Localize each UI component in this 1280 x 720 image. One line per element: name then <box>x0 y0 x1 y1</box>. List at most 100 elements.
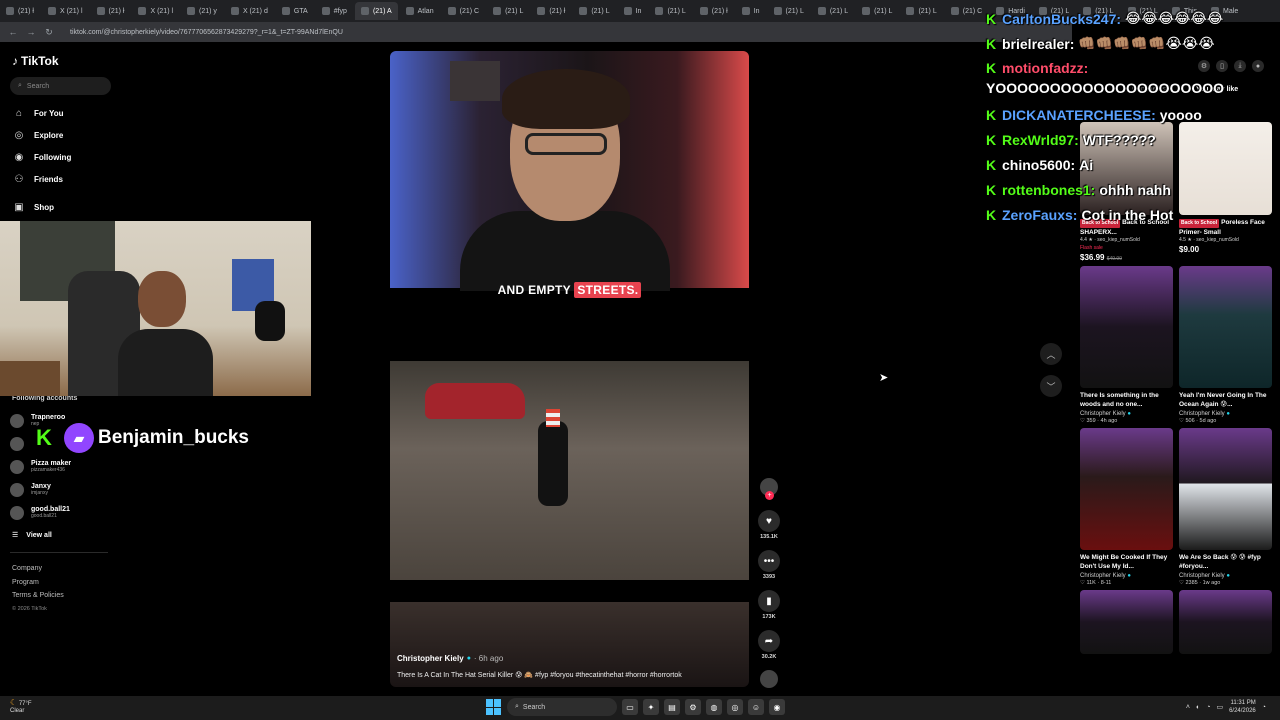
browser-tab[interactable]: (21) L <box>487 2 529 20</box>
browser-tab[interactable]: (21) L <box>768 2 810 20</box>
video-card-author: Christopher Kiely <box>1080 573 1126 579</box>
author-name: Christopher Kiely <box>397 654 464 663</box>
share-action[interactable]: ➦ 30.2K <box>758 630 780 660</box>
view-all-button[interactable]: ☰ View all <box>10 524 120 546</box>
browser-tab-label: (21) L <box>785 7 804 15</box>
forward-icon[interactable]: → <box>26 27 36 37</box>
steam-icon[interactable]: ◍ <box>706 699 722 715</box>
browser-tab[interactable]: (21) L <box>649 2 691 20</box>
share-icon[interactable]: ➦ <box>758 630 780 652</box>
browser-tab[interactable]: (21) ł <box>0 2 40 20</box>
browser-tab[interactable]: GTA <box>276 2 314 20</box>
network-icon[interactable]: ◐ <box>1196 704 1200 711</box>
account-item[interactable]: Janxy imjanxy <box>10 478 120 501</box>
footer-link-company[interactable]: Company <box>12 562 64 576</box>
tab-favicon-icon <box>579 7 588 15</box>
footer-link-terms[interactable]: Terms & Policies <box>12 589 64 603</box>
discord-icon[interactable]: ☺ <box>748 699 764 715</box>
tiktok-logo[interactable]: ♪ TikTok <box>12 54 59 68</box>
browser-tab[interactable]: #fyp <box>316 2 353 20</box>
taskbar-search[interactable]: ⌕ Search <box>507 698 617 716</box>
browser-tab[interactable]: (21) ł <box>694 2 734 20</box>
notification-bell-icon[interactable]: ◔ <box>1262 704 1266 711</box>
tab-favicon-icon <box>493 7 502 15</box>
video-card[interactable]: We Are So Back 😰 😰 #fyp #foryou... Chris… <box>1179 428 1272 586</box>
music-disc-icon[interactable] <box>760 670 778 688</box>
browser-tab[interactable]: Atlan <box>400 2 440 20</box>
tab-favicon-icon <box>230 7 239 15</box>
list-icon: ☰ <box>12 532 19 539</box>
tab-favicon-icon <box>623 7 632 15</box>
reload-icon[interactable]: ↻ <box>44 27 54 38</box>
video-player[interactable]: AND EMPTY STREETS. Christopher Kiely ● ·… <box>390 51 749 687</box>
clock[interactable]: 11:31 PM 6/24/2026 <box>1229 699 1256 715</box>
browser-tab-label: (21) L <box>874 7 893 15</box>
copilot-icon[interactable]: ✦ <box>643 699 659 715</box>
video-card[interactable]: There Is something in the woods and no o… <box>1080 266 1173 424</box>
video-card-author: Christopher Kiely <box>1179 573 1225 579</box>
sidebar-item-shop[interactable]: ▣ Shop <box>10 196 120 218</box>
save-action[interactable]: ▮ 173K <box>758 590 780 620</box>
browser-tab[interactable]: (21) L <box>573 2 615 20</box>
creator-avatar[interactable]: + <box>760 478 778 500</box>
browser-tab[interactable]: X (21) d <box>225 2 274 20</box>
chevron-up-icon[interactable]: ˄ <box>1186 704 1190 711</box>
comment-action[interactable]: ••• 3393 <box>758 550 780 580</box>
browser-tab[interactable]: X (21) l <box>132 2 179 20</box>
browser-tab[interactable]: X (21) l <box>42 2 89 20</box>
sidebar-item-following[interactable]: ◉ Following <box>10 146 120 168</box>
video-card[interactable] <box>1179 590 1272 654</box>
heart-icon[interactable]: ♥ <box>758 510 780 532</box>
comment-icon[interactable]: ••• <box>758 550 780 572</box>
account-item[interactable]: Pizza maker pizzamaker436 <box>10 455 120 478</box>
like-action[interactable]: ♥ 135.1K <box>758 510 780 540</box>
follow-plus-icon[interactable]: + <box>765 491 774 500</box>
footer-link-program[interactable]: Program <box>12 576 64 590</box>
sidebar-item-explore[interactable]: ◎ Explore <box>10 124 120 146</box>
video-description: There Is A Cat In The Hat Serial Killer … <box>397 672 682 679</box>
cat-figure-shape <box>538 421 568 506</box>
chat-text: WTF????? <box>1082 131 1156 148</box>
chat-text: Cot in the Hot <box>1081 206 1174 223</box>
search-input[interactable]: ⌕ Search <box>10 77 111 95</box>
browser-tab[interactable]: (21) C <box>442 2 485 20</box>
browser-tab[interactable]: (21) L <box>900 2 942 20</box>
bookmark-icon[interactable]: ▮ <box>758 590 780 612</box>
volume-icon[interactable]: ◔ <box>1206 704 1210 711</box>
tab-favicon-icon <box>321 7 330 15</box>
chevron-up-icon[interactable]: ︿ <box>1040 343 1062 365</box>
video-author[interactable]: Christopher Kiely ● · 6h ago <box>397 654 503 663</box>
sidebar-item-for-you[interactable]: ⌂ For You <box>10 102 120 124</box>
browser-tab[interactable]: In <box>736 2 766 20</box>
browser-tab[interactable]: (21) C <box>945 2 988 20</box>
home-icon: ⌂ <box>15 107 23 119</box>
browser-tab[interactable]: In <box>618 2 648 20</box>
back-icon[interactable]: ← <box>8 27 18 37</box>
browser-tab[interactable]: (21) L <box>812 2 854 20</box>
chrome-icon[interactable]: ◎ <box>727 699 743 715</box>
browser-tab-label: (21) C <box>459 7 480 15</box>
browser-tab[interactable]: (21) y <box>181 2 223 20</box>
video-card[interactable] <box>1080 590 1173 654</box>
microphone-shape <box>255 301 285 341</box>
settings-icon[interactable]: ⚙ <box>685 699 701 715</box>
browser-tab[interactable]: (21) ł <box>91 2 131 20</box>
sidebar-item-friends[interactable]: ⚇ Friends <box>10 168 120 190</box>
chat-text: 👊🏽👊🏽👊🏽👊🏽👊🏽😭😭😭 <box>1078 35 1215 51</box>
shelf-decor <box>450 61 500 101</box>
windows-start-icon[interactable] <box>486 699 502 715</box>
battery-icon[interactable]: ▭ <box>1216 703 1223 711</box>
video-card[interactable]: Yeah I'm Never Going In The Ocean Again … <box>1179 266 1272 424</box>
file-explorer-icon[interactable]: ▤ <box>664 699 680 715</box>
account-item[interactable]: good.ball21 good.ball21 <box>10 501 120 524</box>
obs-icon[interactable]: ◉ <box>769 699 785 715</box>
video-card[interactable]: We Might Be Cooked If They Don't Use My … <box>1080 428 1173 586</box>
browser-tab[interactable]: (21) ł <box>531 2 571 20</box>
kick-badge-icon: K <box>986 131 997 148</box>
weather-widget[interactable]: ☾ 77°F Clear <box>10 699 32 715</box>
browser-tab[interactable]: (21) L <box>856 2 898 20</box>
task-view-icon[interactable]: ▭ <box>622 699 638 715</box>
browser-tab[interactable]: (21) A <box>354 2 398 20</box>
chevron-down-icon[interactable]: ﹀ <box>1040 375 1062 397</box>
url-field[interactable]: tiktok.com/@christopherkiely/video/76777… <box>70 29 343 36</box>
